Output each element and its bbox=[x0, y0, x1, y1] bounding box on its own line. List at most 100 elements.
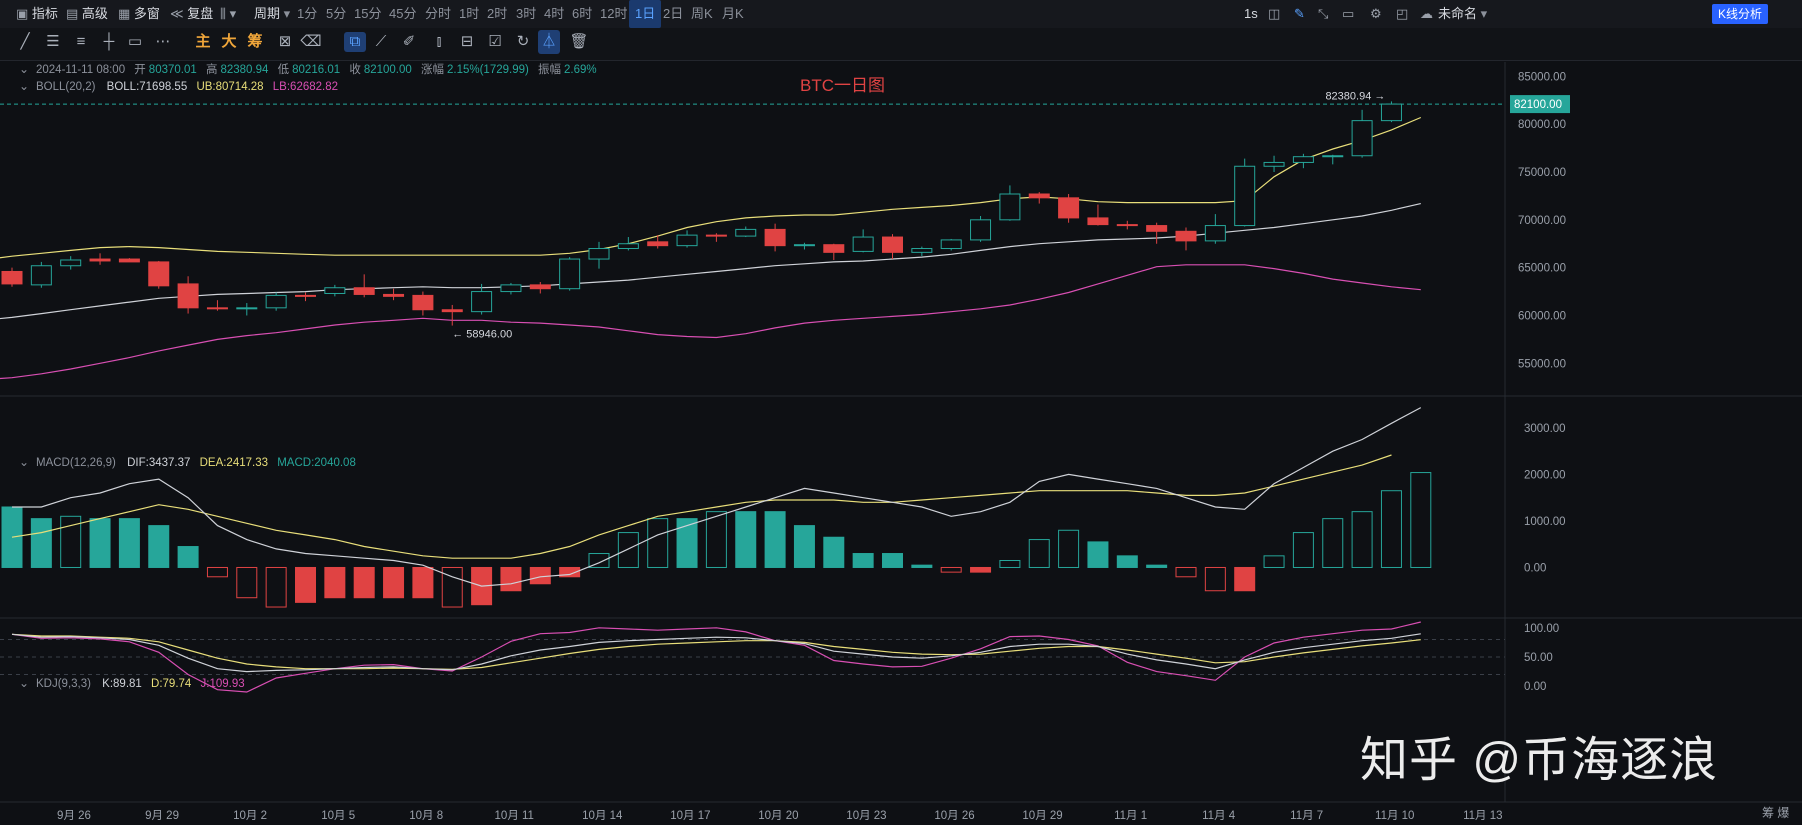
kdj-tick-label: 0.00 bbox=[1524, 681, 1546, 693]
macd-histogram-bar bbox=[89, 518, 111, 568]
macd-histogram-bar bbox=[970, 566, 992, 573]
candles-icon[interactable]: ⫾ bbox=[428, 32, 450, 52]
candle-body bbox=[471, 291, 493, 313]
candle-body bbox=[647, 241, 669, 247]
timeframe-10[interactable]: 12时 bbox=[600, 0, 627, 28]
candle-body bbox=[353, 287, 375, 295]
trend-line-icon[interactable]: ╱ bbox=[14, 32, 36, 52]
timeframe-11[interactable]: 1日 bbox=[629, 0, 662, 28]
timeframe-6[interactable]: 2时 bbox=[487, 0, 507, 28]
candle-body bbox=[177, 283, 199, 309]
timeframe-14[interactable]: 月K bbox=[722, 0, 744, 28]
candle-body bbox=[1292, 156, 1314, 163]
window-icon[interactable]: ▭ bbox=[1342, 0, 1354, 28]
collapse-chevron-icon[interactable]: ⌄ bbox=[19, 79, 29, 93]
macd-histogram-bar bbox=[882, 553, 903, 568]
chart-title: BTC一日图 bbox=[800, 76, 885, 95]
candle-body bbox=[970, 219, 992, 241]
replay-icon: ≪ bbox=[170, 6, 188, 21]
eraser-icon[interactable]: ⌫ bbox=[300, 32, 322, 52]
timeframe-0[interactable]: 1分 bbox=[297, 0, 317, 28]
camera-icon[interactable]: ◫ bbox=[1268, 0, 1280, 28]
price-chart[interactable]: 85000.00 80000.00 75000.00 70000.00 65000.00… bbox=[0, 62, 1802, 825]
candle-body bbox=[793, 244, 815, 247]
macd-histogram-bar bbox=[647, 518, 669, 568]
time-tick-label: 10月 14 bbox=[582, 810, 623, 822]
template-icon[interactable]: ◰ bbox=[1396, 0, 1408, 28]
gear-icon[interactable]: ⚙ bbox=[1370, 0, 1382, 28]
pen-icon[interactable]: ✎ bbox=[1294, 0, 1305, 28]
trash-icon[interactable]: 🗑 bbox=[568, 32, 590, 52]
horizontal-ray-icon[interactable]: ┼ bbox=[98, 32, 120, 52]
chip-burst-toggle[interactable]: 筹 爆 bbox=[1762, 806, 1789, 820]
resize-icon[interactable]: ⤡ bbox=[1318, 0, 1328, 28]
indicators-button[interactable]: ▣ 指标 bbox=[16, 0, 58, 28]
rectangle-icon[interactable]: ▭ bbox=[124, 32, 146, 52]
horizontal-lines-icon[interactable]: ≡ bbox=[70, 32, 92, 52]
collapse-chevron-icon[interactable]: ⌄ bbox=[19, 62, 29, 76]
macd-histogram-bar bbox=[940, 566, 962, 573]
candle-body bbox=[295, 294, 316, 297]
brush-icon[interactable]: ✐ bbox=[398, 32, 420, 52]
parallel-lines-icon[interactable]: ☰ bbox=[42, 32, 64, 52]
candle-body bbox=[236, 307, 258, 310]
replay-button[interactable]: ≪ 复盘 bbox=[170, 0, 213, 28]
macd-histogram-bar bbox=[1, 506, 23, 568]
macd-histogram-bar bbox=[412, 566, 434, 599]
timeframe-2[interactable]: 15分 bbox=[354, 0, 381, 28]
macd-histogram-bar bbox=[1204, 566, 1226, 592]
ruler-icon[interactable]: ⟋ bbox=[370, 32, 392, 52]
candle-body bbox=[882, 236, 903, 253]
kdj-tick-label: 100.00 bbox=[1524, 623, 1559, 635]
timeframe-8[interactable]: 4时 bbox=[544, 0, 564, 28]
timeframe-3[interactable]: 45分 bbox=[389, 0, 416, 28]
calculator-icon[interactable]: ⊠ bbox=[274, 32, 296, 52]
lock-icon[interactable]: ⊟ bbox=[456, 32, 478, 52]
timeframe-9[interactable]: 6时 bbox=[572, 0, 592, 28]
filter-icon[interactable]: ⏃ bbox=[538, 30, 560, 54]
macd-tick-label: 2000.00 bbox=[1524, 469, 1566, 481]
candle-body bbox=[823, 244, 845, 253]
macd-histogram-bar bbox=[324, 566, 346, 599]
timeframe-1[interactable]: 5分 bbox=[326, 0, 346, 28]
price-tick-label: 60000.00 bbox=[1518, 310, 1566, 322]
candle-body bbox=[1058, 197, 1080, 219]
candle-body bbox=[383, 293, 405, 297]
macd-histogram-bar bbox=[1263, 555, 1285, 568]
candle-body bbox=[1, 270, 23, 285]
chip-tool[interactable]: 筹 bbox=[244, 32, 266, 52]
timeframe-12[interactable]: 2日 bbox=[663, 0, 683, 28]
timeframe-7[interactable]: 3时 bbox=[516, 0, 536, 28]
collapse-chevron-icon[interactable]: ⌄ bbox=[19, 676, 29, 690]
macd-histogram-bar bbox=[206, 566, 228, 578]
macd-histogram-bar bbox=[30, 518, 52, 568]
timeframe-13[interactable]: 周K bbox=[691, 0, 713, 28]
macd-histogram-bar bbox=[1087, 541, 1109, 568]
time-tick-label: 11月 4 bbox=[1202, 810, 1236, 822]
macd-histogram-bar bbox=[1175, 566, 1197, 578]
large-order-tool[interactable]: 大 bbox=[218, 32, 240, 52]
timeframe-5[interactable]: 1时 bbox=[459, 0, 479, 28]
timeframe-4[interactable]: 分时 bbox=[425, 0, 451, 28]
chart-type-button[interactable]: ⫼ ▾ bbox=[220, 0, 236, 28]
magnet-icon[interactable]: ⧉ bbox=[344, 32, 366, 52]
advanced-button[interactable]: ▤ 高级 bbox=[66, 0, 108, 28]
candle-body bbox=[1234, 165, 1256, 227]
more-icon[interactable]: ⋯ bbox=[152, 32, 174, 52]
candle-body bbox=[412, 294, 434, 311]
macd-histogram-bar bbox=[764, 511, 786, 568]
refresh-icon[interactable]: ↻ bbox=[512, 32, 534, 52]
second-interval[interactable]: 1s bbox=[1244, 0, 1258, 28]
main-force-tool[interactable]: 主 bbox=[192, 32, 214, 52]
macd-histogram-bar bbox=[500, 566, 522, 592]
layout-name-dropdown[interactable]: 未命名 ▾ bbox=[1438, 0, 1487, 28]
macd-histogram-bar bbox=[823, 536, 845, 568]
kline-analysis-button[interactable]: K线分析 bbox=[1712, 4, 1769, 24]
collapse-chevron-icon[interactable]: ⌄ bbox=[19, 455, 29, 469]
candle-body bbox=[206, 307, 228, 310]
multiwindow-button[interactable]: ▦ 多窗 bbox=[118, 0, 160, 28]
candle-body bbox=[559, 258, 581, 290]
price-tick-label: 75000.00 bbox=[1518, 167, 1566, 179]
notes-icon[interactable]: ☑ bbox=[484, 32, 506, 52]
period-dropdown[interactable]: 周期 ▾ bbox=[254, 0, 290, 28]
